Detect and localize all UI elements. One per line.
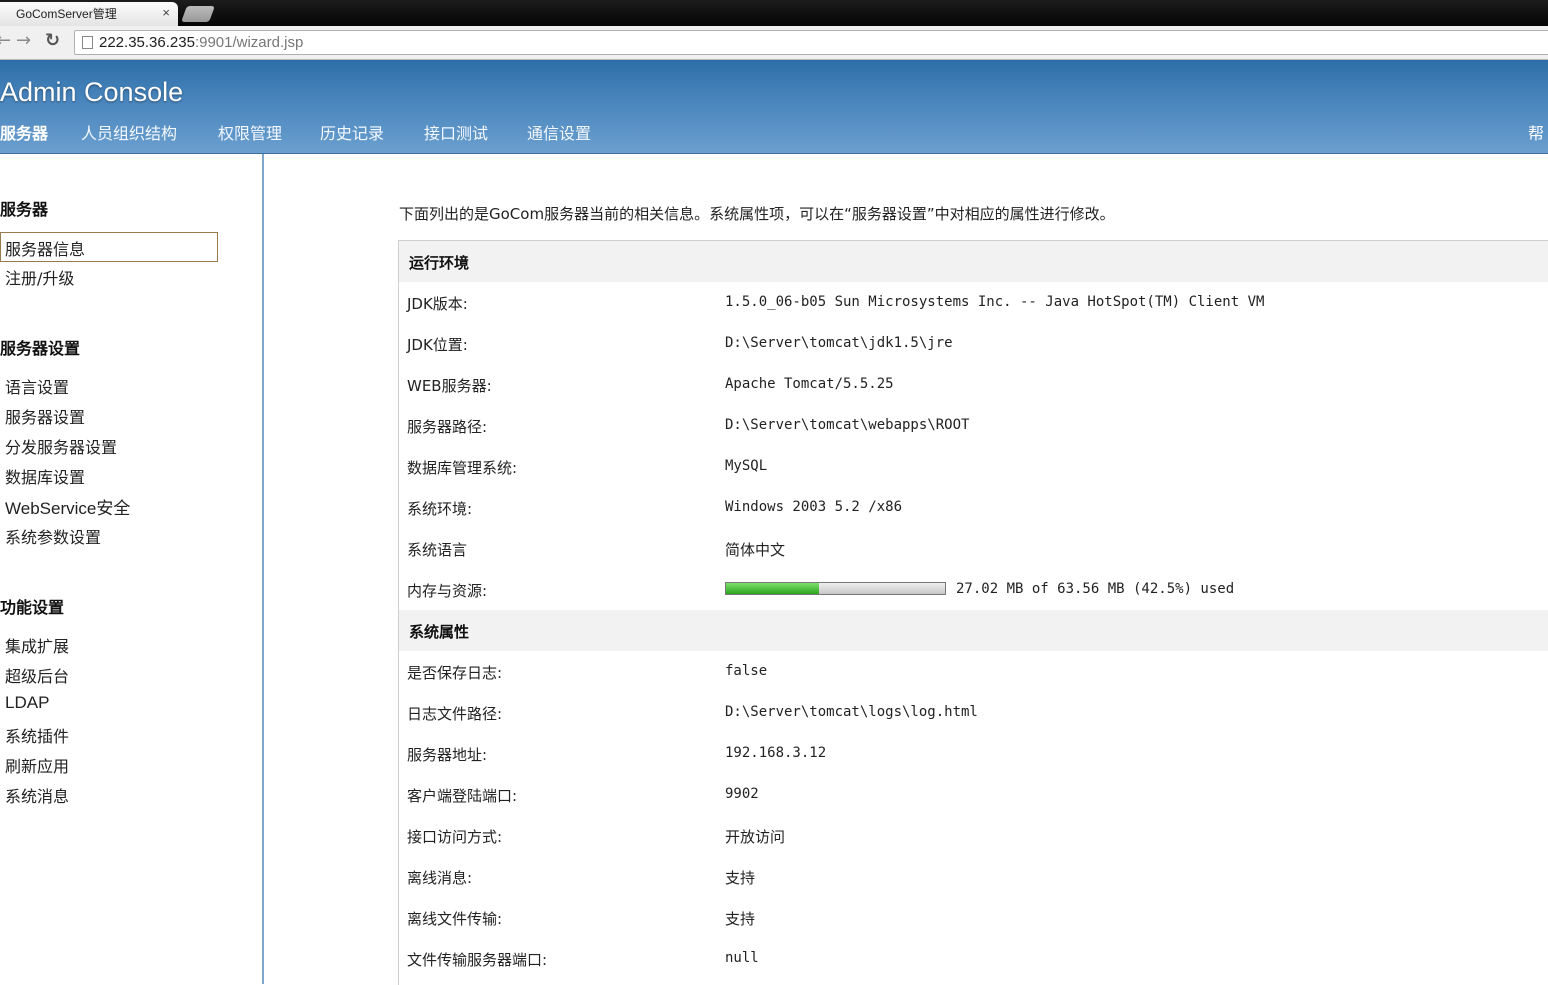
sidebar-item[interactable]: 刷新应用 xyxy=(0,750,218,780)
sidebar-heading: 功能设置 xyxy=(0,598,65,617)
sidebar-item[interactable]: 服务器设置 xyxy=(0,401,218,431)
info-value: 1.5.0_06-b05 Sun Microsystems Inc. -- Ja… xyxy=(725,294,1265,310)
info-label: 离线消息: xyxy=(407,869,473,887)
info-label: 日志文件路径: xyxy=(407,705,503,723)
info-row: 系统环境: Windows 2003 5.2 /x86 xyxy=(399,487,1548,528)
sidebar-item[interactable]: LDAP xyxy=(0,690,218,720)
info-label: 系统环境: xyxy=(407,500,473,518)
sidebar-item[interactable]: WebService安全 xyxy=(0,491,218,521)
info-value: 9902 xyxy=(725,786,759,802)
nav-item-0[interactable]: 服务器 xyxy=(0,120,48,144)
info-label: WEB服务器: xyxy=(407,377,492,395)
info-label: 系统语言 xyxy=(407,541,468,559)
info-value: D:\Server\tomcat\logs\log.html xyxy=(725,704,978,720)
info-label: 接口访问方式: xyxy=(407,828,503,846)
server-info-panel: 运行环境 JDK版本: 1.5.0_06-b05 Sun Microsystems … xyxy=(398,240,1548,985)
memory-row: 内存与资源: 27.02 MB of 63.56 MB (42.5%) used xyxy=(399,569,1548,610)
info-label: 服务器路径: xyxy=(407,418,488,436)
back-arrow-icon[interactable]: ← xyxy=(0,30,11,51)
info-row: JDK位置: D:\Server\tomcat\jdk1.5\jre xyxy=(399,323,1548,364)
browser-tab-strip: GoComServer管理 × xyxy=(0,0,1548,26)
browser-toolbar: ← → ↻ 222.35.36.235:9901/wizard.jsp xyxy=(0,26,1548,60)
address-bar[interactable]: 222.35.36.235:9901/wizard.jsp xyxy=(74,30,1548,55)
info-label: JDK位置: xyxy=(407,336,468,354)
info-label: 数据库管理系统: xyxy=(407,459,518,477)
nav-item-3[interactable]: 历史记录 xyxy=(320,120,384,144)
info-row: WEB服务器: Apache Tomcat/5.5.25 xyxy=(399,364,1548,405)
memory-progress-bar xyxy=(725,582,946,595)
sidebar-item[interactable]: 系统插件 xyxy=(0,720,218,750)
sidebar-item[interactable]: 系统消息 xyxy=(0,780,218,810)
sidebar-item[interactable]: 注册/升级 xyxy=(0,262,218,292)
memory-label: 内存与资源: xyxy=(407,582,488,600)
info-value: Windows 2003 5.2 /x86 xyxy=(725,499,903,515)
info-row: 服务器路径: D:\Server\tomcat\webapps\ROOT xyxy=(399,405,1548,446)
forward-arrow-icon[interactable]: → xyxy=(16,30,31,51)
info-value: 支持 xyxy=(725,869,756,887)
url-host: 222.35.36.235 xyxy=(99,34,195,51)
info-row: 离线消息: 支持 xyxy=(399,856,1548,897)
info-row: JDK版本: 1.5.0_06-b05 Sun Microsystems Inc.… xyxy=(399,282,1548,323)
nav-item-1[interactable]: 人员组织结构 xyxy=(81,120,177,144)
page-icon xyxy=(82,36,93,49)
sidebar-item[interactable]: 系统参数设置 xyxy=(0,521,218,551)
info-value: null xyxy=(725,950,759,966)
info-value: 开放访问 xyxy=(725,828,786,846)
info-row: 服务器地址: 192.168.3.12 xyxy=(399,733,1548,774)
intro-text: 下面列出的是GoCom服务器当前的相关信息。系统属性项，可以在“服务器设置”中对… xyxy=(399,205,1115,223)
reload-icon[interactable]: ↻ xyxy=(45,30,60,51)
info-row: 客户端登陆端口: 9902 xyxy=(399,774,1548,815)
brand-title: Admin Console xyxy=(0,77,184,107)
close-icon[interactable]: × xyxy=(162,5,170,20)
memory-usage-text: 27.02 MB of 63.56 MB (42.5%) used xyxy=(956,581,1235,597)
nav-item-4[interactable]: 接口测试 xyxy=(424,120,488,144)
sidebar: 服务器 服务器信息 注册/升级 服务器设置 语言设置 服务器设置 分发服务器设置 数据库设置 W… xyxy=(0,154,264,984)
info-value: MySQL xyxy=(725,458,768,474)
info-row: 系统语言 简体中文 xyxy=(399,528,1548,569)
info-label: 是否保存日志: xyxy=(407,664,503,682)
browser-tab-title: GoComServer管理 xyxy=(16,7,117,21)
info-value: 简体中文 xyxy=(725,541,786,559)
sidebar-item[interactable]: 服务器信息 xyxy=(0,232,218,262)
section-heading: 运行环境 xyxy=(399,241,1548,282)
sidebar-item[interactable]: 集成扩展 xyxy=(0,630,218,660)
info-label: 客户端登陆端口: xyxy=(407,787,518,805)
info-label: 文件传输服务器端口: xyxy=(407,951,548,969)
sidebar-item[interactable]: 分发服务器设置 xyxy=(0,431,218,461)
info-row: 数据库管理系统: MySQL xyxy=(399,446,1548,487)
info-value: false xyxy=(725,663,768,679)
info-row: 离线文件传输: 支持 xyxy=(399,897,1548,938)
info-row: 接口访问方式: 开放访问 xyxy=(399,815,1548,856)
info-value: D:\Server\tomcat\webapps\ROOT xyxy=(725,417,970,433)
info-row: 是否保存日志: false xyxy=(399,651,1548,692)
sidebar-item[interactable]: 超级后台 xyxy=(0,660,218,690)
info-label: JDK版本: xyxy=(407,295,468,313)
info-row: 日志文件路径: D:\Server\tomcat\logs\log.html xyxy=(399,692,1548,733)
url-path: :9901/wizard.jsp xyxy=(194,34,304,51)
sidebar-heading: 服务器 xyxy=(0,200,49,219)
browser-tab[interactable]: GoComServer管理 × xyxy=(0,2,178,26)
info-value: Apache Tomcat/5.5.25 xyxy=(725,376,894,392)
new-tab-button[interactable] xyxy=(181,6,215,22)
memory-progress-fill xyxy=(726,583,820,594)
sidebar-item[interactable]: 数据库设置 xyxy=(0,461,218,491)
info-label: 服务器地址: xyxy=(407,746,488,764)
sidebar-item[interactable]: 语言设置 xyxy=(0,371,218,401)
section-heading: 系统属性 xyxy=(399,610,1548,651)
sidebar-heading: 服务器设置 xyxy=(0,339,81,358)
info-label: 离线文件传输: xyxy=(407,910,503,928)
admin-header: Admin Console 服务器 人员组织结构 权限管理 历史记录 接口测试 通信设置 … xyxy=(0,60,1548,154)
info-value: 192.168.3.12 xyxy=(725,745,827,761)
nav-item-5[interactable]: 通信设置 xyxy=(527,120,591,144)
help-link[interactable]: 帮 xyxy=(1528,120,1544,144)
info-row: 文件传输服务器端口: null xyxy=(399,938,1548,979)
info-value: 支持 xyxy=(725,910,756,928)
info-value: D:\Server\tomcat\jdk1.5\jre xyxy=(725,335,953,351)
nav-item-2[interactable]: 权限管理 xyxy=(218,120,282,144)
